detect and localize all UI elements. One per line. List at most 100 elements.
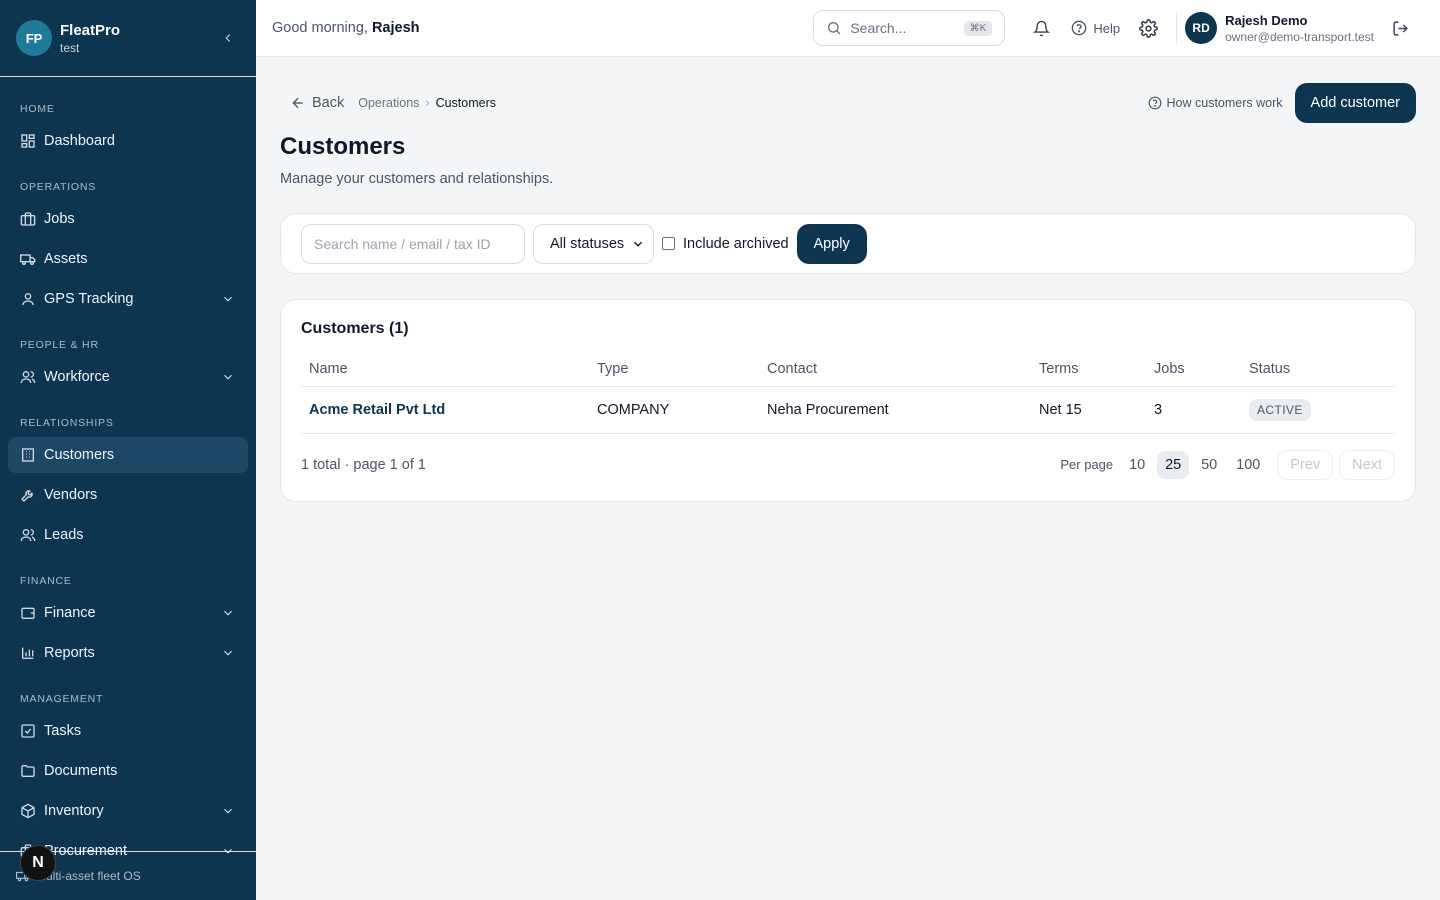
customer-jobs: 3 (1146, 386, 1241, 434)
customer-search-input[interactable]: Search name / email / tax ID (301, 223, 525, 264)
sidebar-item-customers[interactable]: Customers (8, 437, 248, 473)
sidebar-item-tasks[interactable]: Tasks (8, 713, 248, 749)
table-title: Customers (1) (301, 320, 409, 337)
column-header-jobs[interactable]: Jobs (1146, 352, 1241, 387)
arrow-left-icon (292, 97, 303, 109)
sidebar-nav: HOME Dashboard OPERATIONS Jobs Assets GPS Tra… (0, 77, 256, 869)
sidebar-item-documents[interactable]: Documents (8, 753, 248, 789)
sidebar-item-label: Customers (44, 447, 115, 463)
chevron-down-icon[interactable] (220, 645, 236, 661)
help-button[interactable]: Help (1071, 20, 1120, 36)
topbar-divider (1176, 12, 1178, 44)
sidebar-item-label: Leads (44, 527, 84, 543)
chevron-left-icon (225, 34, 231, 42)
briefcase-icon (20, 211, 36, 227)
column-header-status[interactable]: Status (1241, 352, 1395, 387)
next-page-button[interactable]: Next (1339, 449, 1395, 480)
help-circle-icon (1148, 96, 1161, 110)
chevron-down-icon[interactable] (220, 605, 236, 621)
breadcrumb-operations[interactable]: Operations (358, 96, 419, 110)
nav-section-finance: FINANCE (20, 575, 72, 587)
sidebar-item-finance[interactable]: Finance (8, 595, 248, 631)
include-archived-checkbox[interactable]: Include archived (662, 236, 789, 252)
global-search[interactable]: Search... ⌘K (813, 10, 1006, 46)
chevron-down-icon[interactable] (220, 803, 236, 819)
building-icon (20, 447, 36, 463)
users-icon (20, 369, 36, 385)
sidebar-item-leads[interactable]: Leads (8, 517, 248, 553)
sidebar-item-label: Inventory (44, 803, 104, 819)
nav-section-people-hr: PEOPLE & HR (20, 339, 99, 351)
collapse-sidebar-button[interactable] (216, 26, 240, 50)
per-page-25[interactable]: 25 (1157, 450, 1190, 479)
how-customers-work-link[interactable]: How customers work (1148, 96, 1283, 110)
sidebar-item-assets[interactable]: Assets (8, 241, 248, 277)
brand-header: FP FleatPro test (0, 0, 256, 77)
customer-type: COMPANY (589, 386, 759, 434)
customer-terms: Net 15 (1031, 386, 1146, 434)
sidebar-item-reports[interactable]: Reports (8, 635, 248, 671)
chevron-down-icon[interactable] (220, 369, 236, 385)
avatar: RD (1185, 12, 1218, 44)
sidebar-item-jobs[interactable]: Jobs (8, 201, 248, 237)
column-header-contact[interactable]: Contact (759, 352, 1031, 387)
topbar: Good morning, Rajesh Search... ⌘K Help R… (256, 0, 1440, 57)
notifications-button[interactable] (1025, 12, 1057, 44)
table-header-row: Name Type Contact Terms Jobs Status (301, 352, 1395, 387)
status-select[interactable]: All statuses (533, 223, 654, 264)
page-title: Customers (280, 133, 406, 160)
sidebar-item-label: Documents (44, 763, 118, 779)
wallet-icon (20, 605, 36, 621)
sidebar-item-workforce[interactable]: Workforce (8, 359, 248, 395)
apply-button[interactable]: Apply (796, 223, 867, 264)
chevron-right-icon: › (425, 96, 430, 110)
breadcrumb: Operations › Customers (358, 96, 496, 110)
logout-icon (1392, 20, 1408, 36)
users-icon (20, 527, 36, 543)
user-menu[interactable]: RD Rajesh Demo owner@demo-transport.test (1185, 12, 1374, 44)
per-page-100[interactable]: 100 (1229, 451, 1267, 479)
logout-button[interactable] (1384, 12, 1416, 44)
nav-section-relationships: RELATIONSHIPS (20, 417, 114, 429)
sidebar-item-label: Assets (44, 251, 88, 267)
package-icon (20, 803, 36, 819)
column-header-type[interactable]: Type (589, 352, 759, 387)
chevron-down-icon[interactable] (220, 291, 236, 307)
search-icon (828, 22, 841, 35)
greeting-name: Rajesh (371, 20, 420, 36)
sidebar-item-label: GPS Tracking (44, 291, 134, 307)
column-header-name[interactable]: Name (301, 352, 589, 387)
check-square-icon (20, 723, 36, 739)
sidebar-item-label: Reports (44, 645, 95, 661)
nav-section-home: HOME (20, 103, 55, 115)
sidebar-item-gps-tracking[interactable]: GPS Tracking (8, 281, 248, 317)
column-header-terms[interactable]: Terms (1031, 352, 1146, 387)
breadcrumb-customers: Customers (435, 96, 497, 110)
sidebar-item-label: Dashboard (44, 133, 115, 149)
settings-button[interactable] (1132, 12, 1164, 44)
brand-name: FleatPro (60, 21, 121, 39)
dashboard-icon (20, 133, 36, 149)
checkbox-box[interactable] (662, 237, 675, 250)
sidebar-item-inventory[interactable]: Inventory (8, 793, 248, 829)
sidebar-item-label: Vendors (44, 487, 98, 503)
customer-name-link[interactable]: Acme Retail Pvt Ltd (301, 386, 589, 434)
global-search-placeholder: Search... (850, 20, 907, 36)
sidebar-item-dashboard[interactable]: Dashboard (8, 123, 248, 159)
dev-tools-badge[interactable]: N (20, 845, 56, 881)
per-page-50[interactable]: 50 (1193, 451, 1225, 479)
table-row[interactable]: Acme Retail Pvt Ltd COMPANY Neha Procure… (301, 386, 1395, 434)
bell-icon (1032, 20, 1050, 36)
greeting: Good morning, Rajesh (272, 20, 420, 36)
filter-bar: Search name / email / tax ID All statuse… (280, 213, 1416, 274)
add-customer-button[interactable]: Add customer (1294, 83, 1416, 123)
sidebar: FP FleatPro test HOME Dashboard OPERATIONS… (0, 0, 256, 900)
search-shortcut: ⌘K (963, 20, 993, 36)
per-page-10[interactable]: 10 (1121, 451, 1153, 479)
prev-page-button[interactable]: Prev (1277, 449, 1334, 480)
nav-section-management: MANAGEMENT (20, 693, 104, 705)
brand-logo: FP (16, 20, 52, 56)
page-subtitle: Manage your customers and relationships. (280, 171, 554, 187)
sidebar-item-vendors[interactable]: Vendors (8, 477, 248, 513)
back-button[interactable]: Back (290, 95, 344, 111)
